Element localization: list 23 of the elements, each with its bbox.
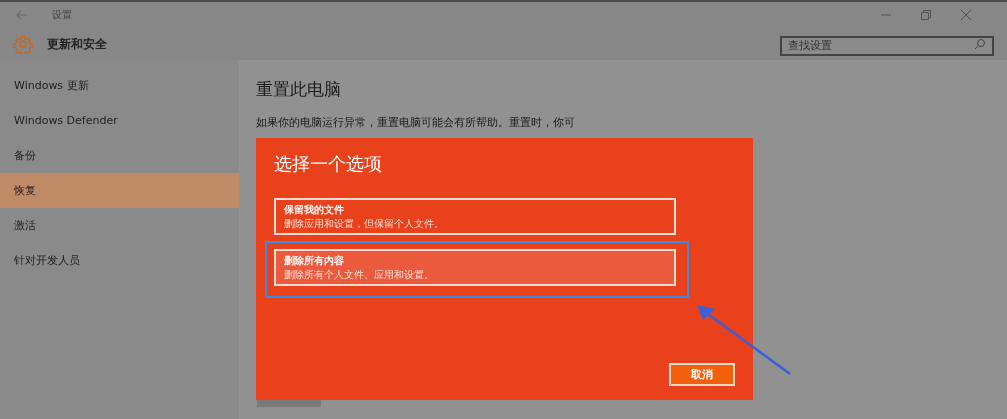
gear-icon (13, 34, 33, 54)
option-description: 删除所有个人文件、应用和设置。 (284, 267, 435, 282)
sidebar-item[interactable]: 激活 (0, 208, 239, 243)
dialog-title: 选择一个选项 (274, 152, 383, 176)
sidebar-item[interactable]: 备份 (0, 138, 239, 173)
sidebar-item[interactable]: Windows 更新 (0, 68, 239, 103)
option-description: 删除应用和设置，但保留个人文件。 (284, 216, 445, 231)
sidebar-item[interactable]: Windows Defender (0, 103, 239, 138)
cancel-button[interactable]: 取消 (669, 363, 735, 386)
restore-icon[interactable] (921, 10, 931, 20)
option-button[interactable]: 保留我的文件 删除应用和设置，但保留个人文件。 (274, 198, 676, 235)
description-text: 如果你的电脑运行异常，重置电脑可能会有所帮助。重置时，你可 (256, 115, 576, 129)
sidebar-item[interactable]: 恢复 (0, 173, 239, 208)
back-arrow-icon[interactable] (16, 10, 28, 20)
search-icon (974, 38, 986, 50)
option-title: 删除所有内容 (284, 253, 345, 268)
option-button[interactable]: 删除所有内容 删除所有个人文件、应用和设置。 (274, 249, 676, 286)
close-icon[interactable] (961, 10, 971, 20)
search-field[interactable]: 查找设置 (780, 35, 994, 56)
sidebar-item[interactable]: 针对开发人员 (0, 243, 239, 278)
page-title: 重置此电脑 (256, 78, 342, 101)
option-title: 保留我的文件 (284, 202, 345, 217)
section-title: 更新和安全 (47, 35, 107, 53)
